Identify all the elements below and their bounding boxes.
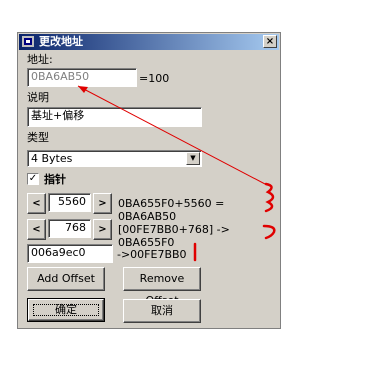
type-selected-value: 4 Bytes	[31, 152, 73, 165]
checkmark-icon: ✓	[28, 173, 38, 184]
address-field[interactable]: 0BA6AB50	[27, 68, 137, 87]
offset-1-increment-button[interactable]: >	[93, 193, 112, 214]
base-address-result: ->00FE7BB0	[117, 248, 187, 261]
change-address-dialog: 更改地址 × 地址: 0BA6AB50 =100 说明 基址+偏移 类型 4 B…	[17, 32, 281, 329]
close-icon: ×	[265, 36, 275, 47]
dropdown-arrow-icon[interactable]: ▼	[186, 152, 200, 165]
description-field[interactable]: 基址+偏移	[27, 107, 202, 127]
address-value-result: =100	[139, 72, 170, 85]
focus-rectangle	[33, 304, 99, 316]
window-title: 更改地址	[39, 35, 83, 48]
type-select[interactable]: 4 Bytes ▼	[27, 150, 202, 167]
pointer-checkbox[interactable]: ✓	[27, 173, 39, 185]
pointer-label: 指针	[44, 173, 66, 186]
close-button[interactable]: ×	[263, 35, 277, 48]
ok-button[interactable]: 确定	[27, 298, 105, 322]
offset-2-result: [00FE7BB0+768] -> 0BA655F0	[118, 223, 230, 249]
offset-2-increment-button[interactable]: >	[93, 219, 112, 240]
app-icon	[22, 36, 34, 47]
description-label: 说明	[27, 91, 49, 104]
base-address-field[interactable]: 006a9ec0	[27, 244, 113, 263]
remove-offset-button[interactable]: Remove Offset	[123, 267, 201, 307]
offset-2-field[interactable]: 768	[48, 219, 91, 238]
offset-2-decrement-button[interactable]: <	[27, 219, 46, 240]
add-offset-button[interactable]: Add Offset	[27, 267, 105, 291]
cancel-button[interactable]: 取消	[123, 299, 201, 323]
offset-1-result: 0BA655F0+5560 = 0BA6AB50	[118, 197, 225, 223]
title-bar[interactable]: 更改地址 ×	[19, 34, 279, 50]
type-label: 类型	[27, 131, 49, 144]
offset-1-decrement-button[interactable]: <	[27, 193, 46, 214]
address-label: 地址:	[27, 53, 53, 66]
offset-1-field[interactable]: 5560	[48, 193, 91, 212]
